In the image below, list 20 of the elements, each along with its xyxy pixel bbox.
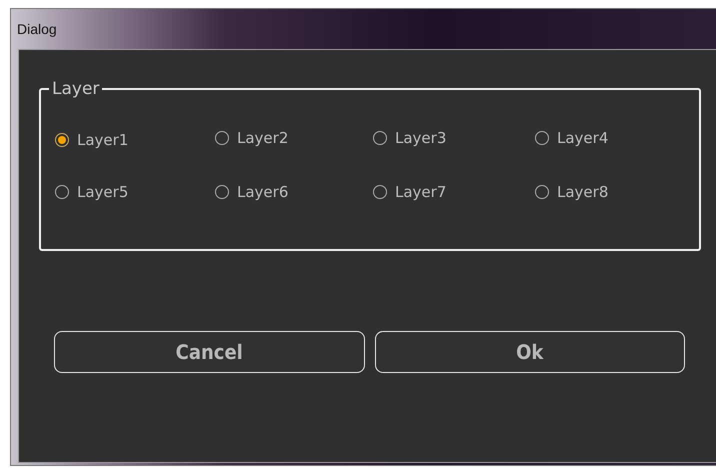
radio-button[interactable] <box>55 185 69 199</box>
dialog-button[interactable]: Ok <box>374 331 685 373</box>
radio-button[interactable] <box>215 185 229 199</box>
radio-option[interactable]: Layer4 <box>535 129 608 147</box>
radio-button[interactable] <box>535 185 549 199</box>
radio-button[interactable] <box>373 131 387 145</box>
radio-option[interactable]: Layer7 <box>373 183 446 201</box>
group-title: Layer <box>51 79 100 99</box>
radio-button[interactable] <box>55 133 69 147</box>
radio-button[interactable] <box>215 131 229 145</box>
radio-button[interactable] <box>373 185 387 199</box>
dialog-button[interactable]: Cancel <box>54 331 364 373</box>
radio-option[interactable]: Layer1 <box>55 131 128 149</box>
radio-option[interactable]: Layer8 <box>535 183 608 201</box>
radio-button[interactable] <box>535 131 549 145</box>
radio-option[interactable]: Layer3 <box>373 129 446 147</box>
radio-option[interactable]: Layer2 <box>215 129 288 147</box>
window-title: Dialog <box>16 20 58 39</box>
radio-option[interactable]: Layer5 <box>55 183 128 201</box>
radio-option[interactable]: Layer6 <box>215 183 288 201</box>
